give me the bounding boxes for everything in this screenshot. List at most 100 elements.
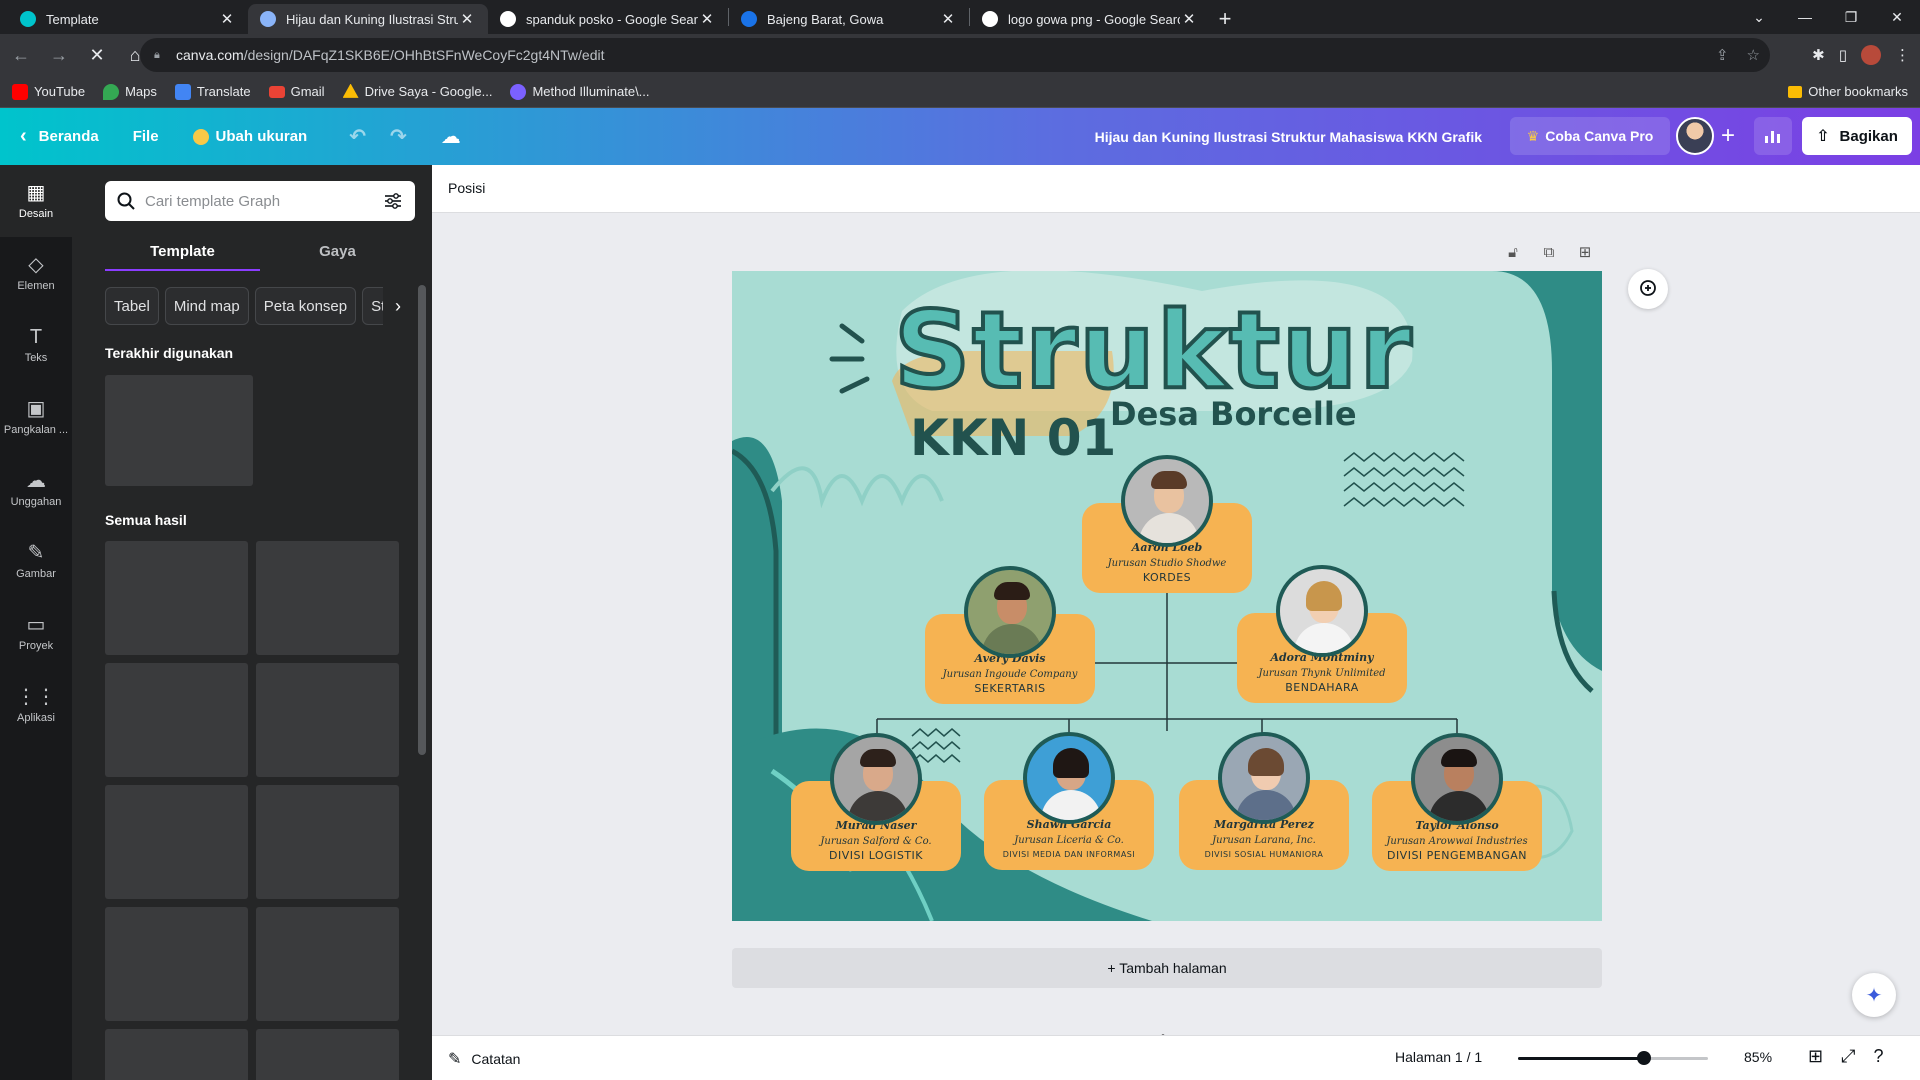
home-back-button[interactable]: ‹ Beranda	[20, 125, 99, 148]
template-thumbnail[interactable]	[256, 785, 399, 899]
tab-gaya[interactable]: Gaya	[260, 235, 415, 271]
notes-button[interactable]: ✎ Catatan	[448, 1049, 520, 1069]
member-photo[interactable]	[1121, 455, 1213, 547]
window-close-icon[interactable]: ✕	[1874, 0, 1920, 34]
bookmark-gmail[interactable]: Gmail	[268, 84, 325, 99]
magic-assistant-button[interactable]: ✦	[1852, 973, 1896, 1017]
close-icon[interactable]: ✕	[1180, 10, 1198, 28]
grid-view-icon[interactable]: ⊞	[1808, 1046, 1823, 1067]
cloud-saved-icon[interactable]: ☁	[441, 124, 461, 149]
try-canva-pro-button[interactable]: ♛ Coba Canva Pro	[1510, 117, 1670, 155]
add-page-button[interactable]: + Tambah halaman	[732, 948, 1602, 988]
bookmark-maps[interactable]: Maps	[103, 83, 157, 100]
menu-kebab-icon[interactable]: ⋮	[1895, 46, 1910, 64]
rail-item-gambar[interactable]: ✎ Gambar	[0, 525, 72, 597]
zoom-slider[interactable]	[1518, 1051, 1708, 1065]
template-search-box[interactable]	[105, 181, 415, 221]
template-thumbnail[interactable]	[105, 907, 248, 1021]
add-collaborator-icon[interactable]: +	[1714, 120, 1742, 152]
template-thumbnail[interactable]	[256, 1029, 399, 1080]
duplicate-page-icon[interactable]: ⧉	[1538, 241, 1560, 263]
address-bar[interactable]: 🔒︎ canva.com /design/DAFqZ1SKB6E/OHhBtSF…	[140, 38, 1770, 72]
chevron-up-icon[interactable]: ︿	[1138, 1025, 1188, 1040]
member-photo[interactable]	[1023, 732, 1115, 824]
browser-tab[interactable]: spanduk posko - Google Search ✕	[488, 4, 728, 34]
back-arrow-icon[interactable]: ←	[4, 38, 38, 72]
filter-sliders-icon[interactable]	[383, 192, 403, 210]
scrollbar-thumb[interactable]	[418, 285, 426, 755]
redo-icon[interactable]: ↷	[390, 124, 407, 149]
stop-loading-icon[interactable]: ✕	[80, 38, 114, 72]
template-thumbnail[interactable]	[256, 907, 399, 1021]
template-thumbnail[interactable]	[256, 541, 399, 655]
rail-item-desain[interactable]: ▦ Desain	[0, 165, 72, 237]
browser-tab[interactable]: Bajeng Barat, Gowa ✕	[729, 4, 969, 34]
close-icon[interactable]: ✕	[698, 10, 716, 28]
help-icon[interactable]: ?	[1874, 1046, 1884, 1067]
chip-mind-map[interactable]: Mind map	[164, 287, 249, 325]
rail-item-proyek[interactable]: ▭ Proyek	[0, 597, 72, 669]
fullscreen-icon[interactable]: ⤢	[1841, 1046, 1855, 1067]
member-photo[interactable]	[964, 566, 1056, 658]
tab-template[interactable]: Template	[105, 235, 260, 271]
document-title[interactable]: Hijau dan Kuning Ilustrasi Struktur Maha…	[1095, 108, 1482, 165]
add-comment-button[interactable]	[1628, 269, 1668, 309]
undo-icon[interactable]: ↶	[349, 124, 366, 149]
chip-tabel[interactable]: Tabel	[105, 287, 159, 325]
resize-button[interactable]: Ubah ukuran	[192, 128, 307, 145]
editor-vertical-scrollbar[interactable]	[1904, 223, 1916, 1011]
zoom-slider-knob[interactable]	[1637, 1051, 1651, 1065]
tab-search-icon[interactable]: ⌄	[1736, 0, 1782, 34]
template-thumbnail[interactable]	[105, 785, 248, 899]
member-photo[interactable]	[1411, 733, 1503, 825]
share-button[interactable]: ⇧ Bagikan	[1802, 117, 1912, 155]
browser-tab[interactable]: logo gowa png - Google Search ✕	[970, 4, 1210, 34]
close-icon[interactable]: ✕	[939, 10, 957, 28]
rail-item-elemen[interactable]: ◇ Elemen	[0, 237, 72, 309]
share-page-icon[interactable]: ⇪	[1716, 46, 1729, 64]
browser-tab[interactable]: Template ✕	[8, 4, 248, 34]
design-title-kkn[interactable]: KKN 01	[910, 409, 1116, 467]
template-thumbnail[interactable]	[105, 663, 248, 777]
forward-arrow-icon[interactable]: →	[42, 38, 76, 72]
minimize-icon[interactable]: —	[1782, 0, 1828, 34]
design-title-struktur[interactable]: Struktur	[892, 287, 1414, 414]
restore-icon[interactable]: ❐	[1828, 0, 1874, 34]
panel-scrollbar[interactable]	[416, 175, 426, 1075]
rail-item-pangkalan[interactable]: ▣ Pangkalan ...	[0, 381, 72, 453]
rail-item-aplikasi[interactable]: ⋮⋮ Aplikasi	[0, 669, 72, 741]
bookmark-star-icon[interactable]: ☆	[1747, 46, 1760, 64]
browser-tab-active[interactable]: Hijau dan Kuning Ilustrasi Struktu ✕	[248, 4, 488, 34]
design-page[interactable]: Struktur KKN 01 Desa Borcelle Aaron Loeb…	[732, 271, 1602, 921]
position-button[interactable]: Posisi	[448, 180, 485, 196]
template-thumbnail[interactable]	[256, 663, 399, 777]
chip-peta-konsep[interactable]: Peta konsep	[254, 287, 357, 325]
member-photo[interactable]	[1276, 565, 1368, 657]
bookmark-translate[interactable]: Translate	[174, 83, 251, 100]
add-page-icon[interactable]: ⊞	[1574, 241, 1596, 263]
bookmark-drive[interactable]: Drive Saya - Google...	[342, 83, 492, 100]
new-tab-button[interactable]: +	[1210, 4, 1240, 34]
close-icon[interactable]: ✕	[218, 10, 236, 28]
bookmark-youtube[interactable]: YouTube	[12, 83, 85, 100]
member-photo[interactable]	[1218, 732, 1310, 824]
lock-icon[interactable]: 🔓︎	[1502, 241, 1524, 263]
search-input[interactable]	[145, 192, 383, 210]
file-menu-button[interactable]: File	[133, 128, 159, 145]
extensions-icon[interactable]: ✱	[1812, 46, 1825, 64]
user-avatar[interactable]	[1676, 117, 1714, 155]
rail-item-unggahan[interactable]: ☁ Unggahan	[0, 453, 72, 525]
bookmark-method[interactable]: Method Illuminate\...	[510, 83, 650, 100]
page-counter[interactable]: Halaman 1 / 1	[1395, 1049, 1482, 1065]
design-subtitle-desa[interactable]: Desa Borcelle	[1110, 395, 1357, 433]
insights-button[interactable]	[1754, 117, 1792, 155]
rail-item-teks[interactable]: T Teks	[0, 309, 72, 381]
template-thumbnail[interactable]	[105, 1029, 248, 1080]
profile-avatar[interactable]	[1861, 45, 1881, 65]
member-photo[interactable]	[830, 733, 922, 825]
side-panel-icon[interactable]: ▯	[1839, 46, 1847, 64]
template-thumbnail[interactable]	[105, 541, 248, 655]
other-bookmarks[interactable]: Other bookmarks	[1788, 84, 1908, 99]
recent-template-thumbnail[interactable]	[105, 375, 253, 486]
zoom-value[interactable]: 85%	[1744, 1049, 1772, 1065]
